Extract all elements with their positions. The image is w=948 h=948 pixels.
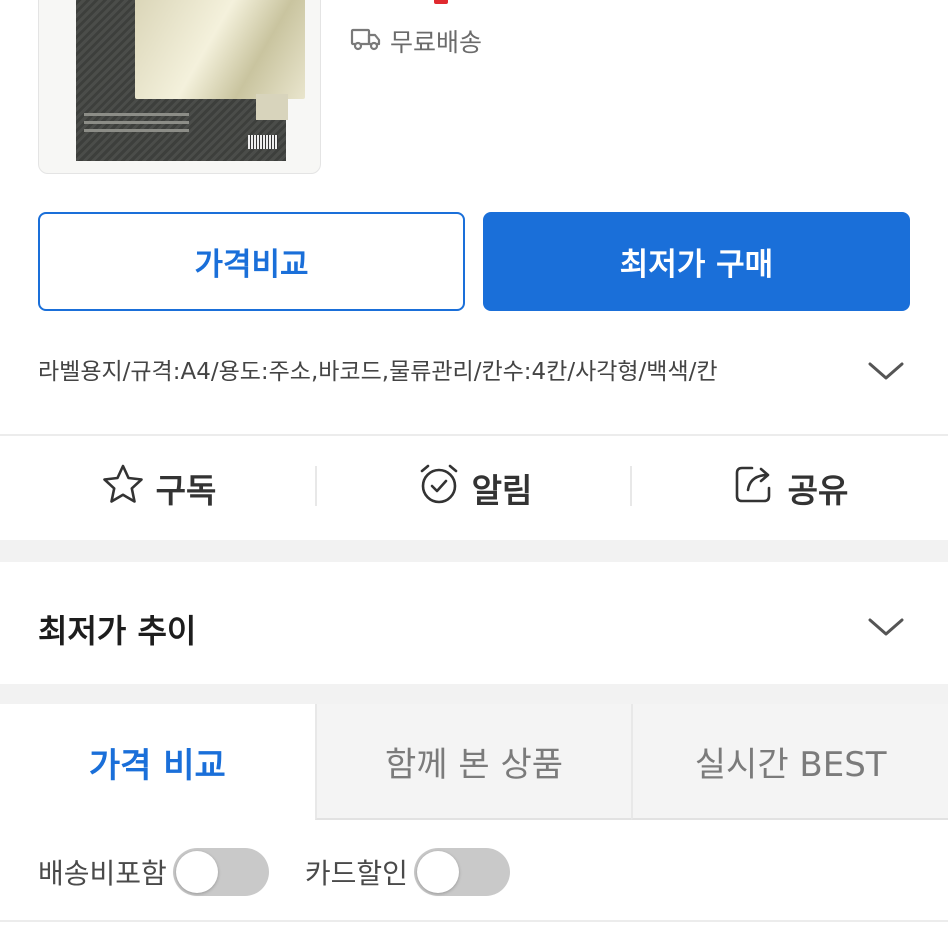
shipping-label: 무료배송 [390,28,483,57]
product-header: 무료배송 [0,0,948,195]
share-button[interactable]: 공유 [632,436,948,540]
spec-summary: 라벨용지/규격:A4/용도:주소,바코드,물류관리/칸수:4칸/사각형/백색/칸 [38,359,718,385]
alert-label: 알림 [471,471,533,510]
truck-icon [350,26,382,56]
tab-bar: 가격 비교 함께 본 상품 실시간 BEST [0,704,948,820]
tab-price-compare[interactable]: 가격 비교 [0,704,315,820]
separator [315,466,317,506]
chevron-down-icon[interactable] [866,356,906,390]
section-title: 최저가 추이 [38,612,197,650]
section-gap [0,684,948,704]
star-icon [100,462,146,514]
shipping-info: 무료배송 [350,24,482,58]
price-fragment [434,0,448,4]
tab-viewed-together[interactable]: 함께 본 상품 [314,704,632,820]
alert-button[interactable]: 알림 [316,436,632,540]
product-image[interactable] [38,0,321,174]
divider [0,920,948,922]
alarm-clock-icon [416,462,462,514]
filter-label: 배송비포함 [38,857,167,890]
include-shipping-filter: 배송비포함 [38,848,269,896]
chevron-down-icon[interactable] [866,612,906,646]
product-package-graphic [76,0,305,161]
filter-label: 카드할인 [304,857,408,890]
card-discount-filter: 카드할인 [305,848,510,896]
card-discount-toggle[interactable] [413,848,510,896]
compare-button[interactable]: 가격비교 [38,212,465,311]
buy-lowest-button[interactable]: 최저가 구매 [483,212,910,311]
include-shipping-toggle[interactable] [172,848,269,896]
subscribe-label: 구독 [155,471,217,510]
share-icon [732,462,778,514]
toggle-knob [175,851,218,893]
subscribe-button[interactable]: 구독 [0,436,316,540]
toggle-knob [416,851,459,893]
barcode-graphic [248,135,278,149]
separator [630,466,632,506]
action-bar: 구독 알림 공유 [0,436,948,540]
share-label: 공유 [787,471,849,510]
price-trend-section[interactable]: 최저가 추이 [0,562,948,684]
tab-realtime-best[interactable]: 실시간 BEST [631,704,948,820]
section-gap [0,540,948,562]
filter-bar: 배송비포함 카드할인 [38,842,546,902]
